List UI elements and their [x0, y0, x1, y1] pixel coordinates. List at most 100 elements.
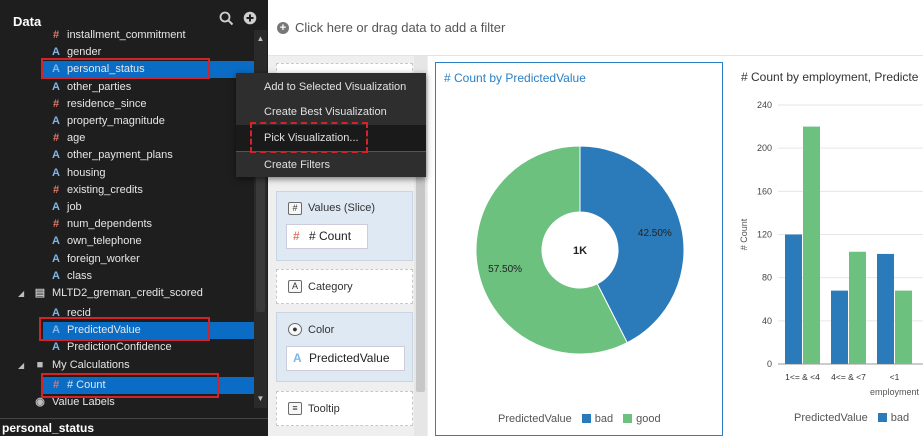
tree-item-job[interactable]: Ajob	[0, 199, 254, 216]
legend-swatch-bad	[877, 413, 887, 422]
attribute-icon: A	[52, 235, 60, 248]
donut-center-label: 1K	[573, 245, 587, 257]
bar-good[interactable]	[803, 126, 820, 364]
bar-legend: PredictedValue bad	[794, 412, 909, 424]
drop-label-category: Category	[308, 281, 353, 293]
y-axis-label: # Count	[739, 218, 749, 250]
tree-item-other-payment-plans[interactable]: Aother_payment_plans	[0, 147, 254, 164]
tree-item-label: existing_credits	[67, 183, 143, 196]
tree-item-foreign-worker[interactable]: Aforeign_worker	[0, 251, 254, 268]
tree-item-class[interactable]: Aclass	[0, 268, 254, 285]
attribute-icon: A	[293, 351, 302, 365]
legend-bad: bad	[890, 412, 910, 424]
legend-title: PredictedValue	[794, 412, 868, 424]
tree-item-label: installment_commitment	[67, 29, 186, 41]
tree-item-residence-since[interactable]: # residence_since	[0, 96, 254, 113]
bar-bad[interactable]	[831, 290, 848, 364]
measure-icon: #	[52, 132, 60, 145]
highlight-box-personal-status	[41, 58, 210, 79]
scroll-up-icon[interactable]: ▲	[254, 32, 267, 45]
y-tick-label: 40	[762, 316, 772, 326]
viz-bar-panel[interactable]: # Count by employment, Predicte 0 40 80 120…	[730, 62, 923, 436]
chip-count-label: # Count	[309, 229, 352, 243]
measure-icon: #	[293, 229, 300, 243]
legend-title: PredictedValue	[498, 413, 572, 425]
tree-item-label: property_magnitude	[67, 115, 165, 127]
filter-bar[interactable]: + Click here or drag data to add a filte…	[268, 0, 923, 56]
tree-item-label: foreign_worker	[67, 252, 140, 265]
tree-item-existing-credits[interactable]: # existing_credits	[0, 182, 254, 199]
tree-folder-label: My Calculations	[52, 359, 130, 371]
drop-label-tooltip: Tooltip	[308, 403, 340, 415]
legend-swatch-bad	[581, 414, 591, 423]
attribute-icon: A	[52, 80, 60, 93]
dataset-icon: ▤	[34, 287, 46, 299]
data-panel: Data # installment_commitment Agender Apers…	[0, 0, 268, 436]
tree-item-label: other_payment_plans	[67, 149, 173, 162]
bar-chart: 0 40 80 120 160 200 240 # Count employment 1<= & …	[739, 100, 923, 397]
tree-folder-dataset[interactable]: ◢ ▤ MLTD2_greman_credit_scored	[0, 285, 254, 302]
drop-target-tooltip[interactable]: ≡ Tooltip	[276, 391, 413, 426]
viz-donut-panel[interactable]: # Count by PredictedValue 42.50% 57.50% 1K…	[435, 62, 723, 436]
y-tick-label: 240	[757, 100, 772, 110]
highlight-box-predictedvalue	[39, 317, 210, 341]
donut-label-good: 57.50%	[488, 264, 522, 275]
tree-item-label: class	[67, 269, 93, 282]
y-tick-label: 160	[757, 186, 772, 196]
add-icon[interactable]	[243, 11, 259, 27]
y-tick-label: 120	[757, 230, 772, 240]
tree-item-predictionconfidence[interactable]: A PredictionConfidence	[0, 339, 254, 356]
attribute-icon: A	[52, 252, 60, 265]
tooltip-icon: ≡	[288, 402, 302, 415]
x-tick-label: <1	[890, 372, 900, 382]
bar-good[interactable]	[895, 290, 912, 364]
add-filter-icon[interactable]: +	[277, 22, 289, 34]
drop-label-values-slice: Values (Slice)	[308, 202, 376, 214]
expand-toggle-icon[interactable]: ◢	[18, 285, 24, 302]
palette-icon: ●	[288, 323, 302, 336]
tree-item-label: other_parties	[67, 80, 132, 93]
measure-icon: #	[52, 183, 60, 196]
tree-item-property-magnitude[interactable]: Aproperty_magnitude	[0, 113, 254, 130]
attribute-icon: A	[52, 166, 60, 179]
bar-good[interactable]	[849, 251, 866, 364]
legend-good: good	[636, 413, 661, 425]
measure-icon: #	[52, 218, 60, 231]
tree-item-own-telephone[interactable]: Aown_telephone	[0, 233, 254, 250]
bar-bad[interactable]	[877, 253, 894, 364]
y-tick-label: 0	[767, 359, 772, 369]
tree-item-label: num_dependents	[67, 218, 153, 231]
folder-icon: ■	[36, 359, 44, 371]
chip-predictedvalue[interactable]: A PredictedValue	[286, 346, 405, 371]
menu-item-add-to-selected-visualization[interactable]: Add to Selected Visualization	[236, 74, 426, 100]
menu-item-create-filters[interactable]: Create Filters	[236, 152, 426, 178]
drop-target-category[interactable]: A Category	[276, 269, 413, 304]
tree-item-age[interactable]: # age	[0, 130, 254, 147]
expand-toggle-icon[interactable]: ◢	[18, 357, 24, 374]
highlight-box-pick-visualization	[250, 122, 368, 153]
chip-count[interactable]: # # Count	[286, 224, 368, 249]
y-tick-label: 80	[762, 273, 772, 283]
highlight-box-count	[41, 373, 219, 398]
bar-bad[interactable]	[785, 234, 802, 365]
tree-folder-calc[interactable]: ◢ ■ My Calculations	[0, 357, 254, 374]
drop-label-color: Color	[308, 324, 335, 336]
scroll-down-icon[interactable]: ▼	[254, 392, 267, 405]
drop-target-values-slice[interactable]: # Values (Slice) # # Count	[276, 191, 413, 261]
tree-item-label: own_telephone	[67, 235, 142, 248]
chip-predictedvalue-label: PredictedValue	[309, 351, 390, 365]
tree-item-num-dependents[interactable]: # num_dependents	[0, 216, 254, 233]
tree-item-other-parties[interactable]: Aother_parties	[0, 79, 254, 96]
attribute-icon: A	[52, 269, 60, 282]
x-tick-label: 4<= & <7	[831, 372, 866, 382]
tree-item-housing[interactable]: Ahousing	[0, 165, 254, 182]
tree-item-label: housing	[67, 166, 106, 179]
tree-item-installment-commitment[interactable]: # installment_commitment	[0, 27, 254, 44]
drop-target-color[interactable]: ● Color A PredictedValue	[276, 312, 413, 382]
search-icon[interactable]	[219, 11, 235, 27]
y-tick-label: 200	[757, 143, 772, 153]
tree-item-label: PredictionConfidence	[67, 341, 172, 354]
legend-swatch-good	[623, 414, 633, 423]
filter-placeholder[interactable]: Click here or drag data to add a filter	[295, 20, 505, 35]
donut-label-bad: 42.50%	[638, 228, 672, 239]
